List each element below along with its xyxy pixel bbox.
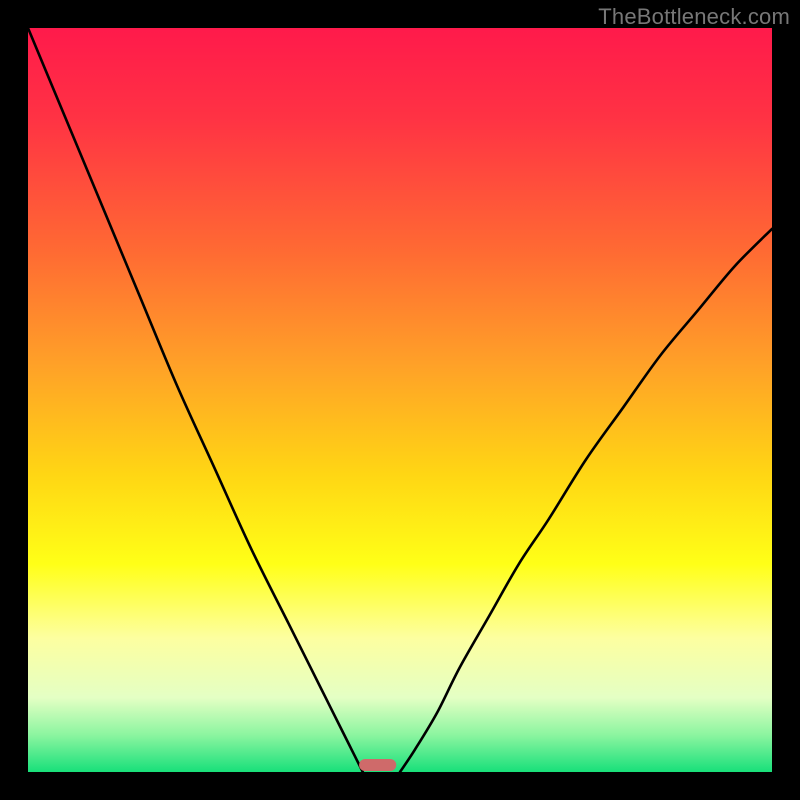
plot-area bbox=[28, 28, 772, 772]
chart-frame: TheBottleneck.com bbox=[0, 0, 800, 800]
gradient-background bbox=[28, 28, 772, 772]
watermark-text: TheBottleneck.com bbox=[598, 4, 790, 30]
chart-svg bbox=[28, 28, 772, 772]
floor-marker bbox=[359, 759, 396, 771]
